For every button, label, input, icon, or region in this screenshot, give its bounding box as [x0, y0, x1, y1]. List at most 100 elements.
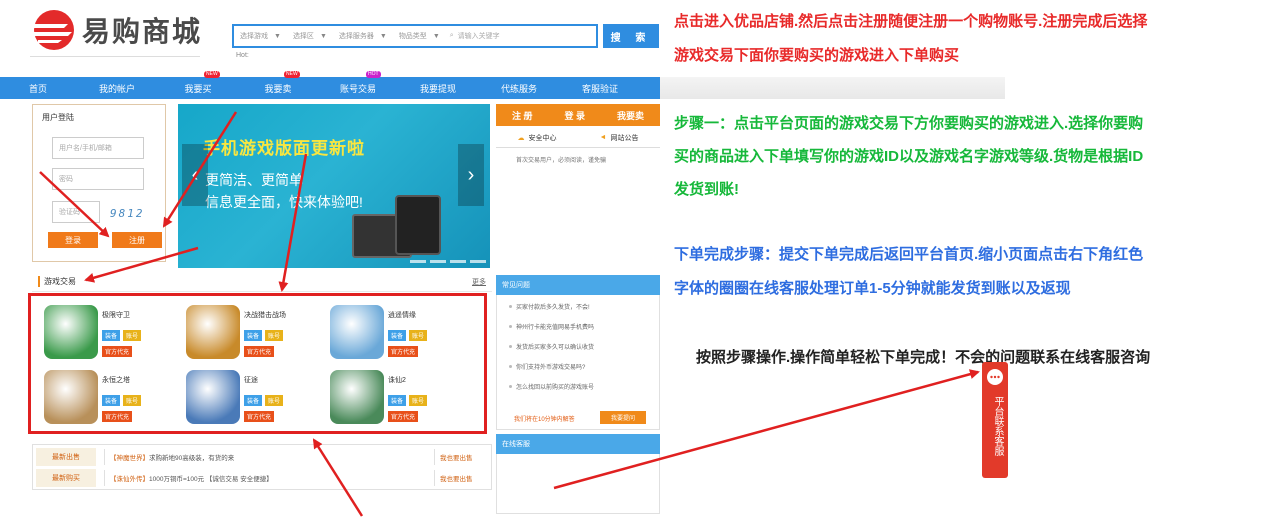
- game-name[interactable]: 征途: [244, 375, 258, 385]
- official-recharge-tag[interactable]: 官方代充: [244, 411, 275, 422]
- bullet-icon: [509, 305, 512, 308]
- username-input[interactable]: 用户名/手机/邮箱: [52, 137, 144, 159]
- bulletin-label: 最新购买: [36, 469, 96, 487]
- item-type-select[interactable]: 物品类型 ▼: [393, 31, 446, 41]
- tab-announcements[interactable]: ◄ 网站公告: [578, 133, 660, 143]
- faq-item[interactable]: 怎么找回以前购买的游戏账号: [516, 382, 594, 391]
- banner-dot[interactable]: [430, 260, 446, 263]
- banner-line: 更简洁、更简单: [205, 172, 303, 188]
- nav-item-account[interactable]: 我的帐户: [76, 77, 158, 99]
- service-panel: [496, 454, 660, 514]
- main-nav: 首页 我的帐户 我要买 NEW 我要卖 NEW 账号交易 HOT 我要提现 代练服务 …: [0, 71, 660, 99]
- game-name[interactable]: 诛仙2: [388, 375, 406, 385]
- quick-login-link[interactable]: 登 录: [564, 109, 585, 122]
- banner-prev-icon[interactable]: ‹: [182, 144, 208, 206]
- nav-item-verify[interactable]: 客服验证: [560, 77, 640, 99]
- login-title: 用户登陆: [42, 113, 74, 122]
- game-tags: 官方代充: [244, 406, 275, 424]
- faq-item[interactable]: 神州行卡能充值网易手机费吗: [516, 322, 594, 331]
- banner-dot[interactable]: [470, 260, 486, 263]
- chevron-down-icon: ▼: [319, 32, 327, 40]
- quick-register-link[interactable]: 注 册: [512, 109, 533, 122]
- game-name[interactable]: 决战猎击战场: [244, 310, 286, 320]
- game-icon-warrior[interactable]: [186, 305, 240, 359]
- game-icon-xiaoyao[interactable]: [330, 305, 384, 359]
- nav-item-sell[interactable]: 我要卖 NEW: [238, 71, 318, 99]
- banner-next-icon[interactable]: ›: [458, 144, 484, 206]
- equipment-tag[interactable]: 装备: [388, 395, 407, 406]
- ask-question-button[interactable]: 我要提问: [600, 411, 646, 424]
- search-input[interactable]: ⌕ 请输入关键字: [446, 31, 500, 41]
- game-icon-zhengtu[interactable]: [186, 370, 240, 424]
- official-recharge-tag[interactable]: 官方代充: [102, 411, 133, 422]
- faq-item[interactable]: 你们支持外币游戏交易吗?: [516, 362, 585, 371]
- divider: [434, 470, 435, 486]
- tab-security[interactable]: ☁ 安全中心: [496, 133, 578, 143]
- equipment-tag[interactable]: 装备: [244, 395, 263, 406]
- bulletin-label: 最新出售: [36, 448, 96, 466]
- news-tabs: ☁ 安全中心 ◄ 网站公告: [496, 128, 660, 148]
- nav-item-account-trade[interactable]: 账号交易 HOT: [318, 71, 398, 99]
- password-input[interactable]: 密码: [52, 168, 144, 190]
- game-icon-aion[interactable]: [44, 370, 98, 424]
- nav-item-boosting[interactable]: 代练服务: [478, 77, 560, 99]
- bullet-icon: [509, 385, 512, 388]
- equipment-tag[interactable]: 装备: [102, 330, 121, 341]
- game-icon-guardian[interactable]: [44, 305, 98, 359]
- cloud-icon: ☁: [517, 134, 525, 142]
- captcha-image[interactable]: 9812: [110, 207, 145, 220]
- account-tag[interactable]: 账号: [409, 330, 428, 341]
- faq-item[interactable]: 买家付款后多久发货，不会!: [516, 302, 590, 311]
- game-select[interactable]: 选择游戏 ▼: [234, 31, 287, 41]
- faq-item[interactable]: 发货后买家多久可以确认收货: [516, 342, 594, 351]
- nav-item-home[interactable]: 首页: [0, 77, 76, 99]
- equipment-tag[interactable]: 装备: [102, 395, 121, 406]
- quick-sell-link[interactable]: 我要卖: [617, 109, 644, 122]
- chat-icon: [987, 369, 1003, 385]
- chevron-down-icon: ▼: [274, 32, 281, 40]
- equipment-tag[interactable]: 装备: [388, 330, 407, 341]
- account-tag[interactable]: 账号: [409, 395, 428, 406]
- bullet-icon: [509, 325, 512, 328]
- login-button[interactable]: 登录: [48, 232, 98, 248]
- captcha-input[interactable]: 验证码: [52, 201, 100, 223]
- banner-title: 手机游戏版面更新啦: [203, 139, 365, 158]
- account-tag[interactable]: 账号: [265, 395, 284, 406]
- register-button[interactable]: 注册: [112, 232, 162, 248]
- bulletin-link[interactable]: 我也要出售: [440, 452, 473, 462]
- account-tag[interactable]: 账号: [123, 395, 142, 406]
- server-select[interactable]: 选择服务器 ▼: [333, 31, 393, 41]
- game-name[interactable]: 永恒之塔: [102, 375, 130, 385]
- step1-line: 发货到账!: [674, 181, 739, 198]
- official-recharge-tag[interactable]: 官方代充: [244, 346, 275, 357]
- games-more-link[interactable]: 更多: [472, 277, 486, 287]
- chevron-down-icon: ▼: [379, 32, 387, 40]
- nav-item-buy[interactable]: 我要买 NEW: [158, 71, 238, 99]
- banner-dot[interactable]: [410, 260, 426, 263]
- bulletin-link[interactable]: 我也要出售: [440, 473, 473, 483]
- official-recharge-tag[interactable]: 官方代充: [102, 346, 133, 357]
- notice-link[interactable]: 首次交易用户，必须阅读，谨免骗: [516, 155, 606, 164]
- service-header: 在线客服: [496, 434, 660, 454]
- bullet-icon: [509, 365, 512, 368]
- official-recharge-tag[interactable]: 官方代充: [388, 411, 419, 422]
- games-header: 游戏交易 更多: [32, 272, 492, 292]
- banner-dot[interactable]: [450, 260, 466, 263]
- game-name[interactable]: 极限守卫: [102, 310, 130, 320]
- account-tag[interactable]: 账号: [265, 330, 284, 341]
- bulletin-item[interactable]: 【诛仙外传】1000万铜币=100元 【诚信交易 安全便捷】: [110, 473, 273, 483]
- zone-select[interactable]: 选择区 ▼: [287, 31, 333, 41]
- equipment-tag[interactable]: 装备: [244, 330, 263, 341]
- game-name[interactable]: 逍遥情缘: [388, 310, 416, 320]
- nav-extension: [660, 77, 1005, 99]
- new-badge: NEW: [204, 71, 220, 78]
- bulletin-item[interactable]: 【神魔世界】求购新地90高级装，有货的来: [110, 452, 234, 462]
- floating-service-label: 平台联系客服: [992, 396, 1003, 456]
- hot-label: Hot:: [236, 52, 249, 59]
- game-icon-zhuxian[interactable]: [330, 370, 384, 424]
- nav-item-withdraw[interactable]: 我要提现: [398, 77, 478, 99]
- account-tag[interactable]: 账号: [123, 330, 142, 341]
- divider: [104, 449, 105, 465]
- official-recharge-tag[interactable]: 官方代充: [388, 346, 419, 357]
- search-button[interactable]: 搜 索: [603, 24, 659, 48]
